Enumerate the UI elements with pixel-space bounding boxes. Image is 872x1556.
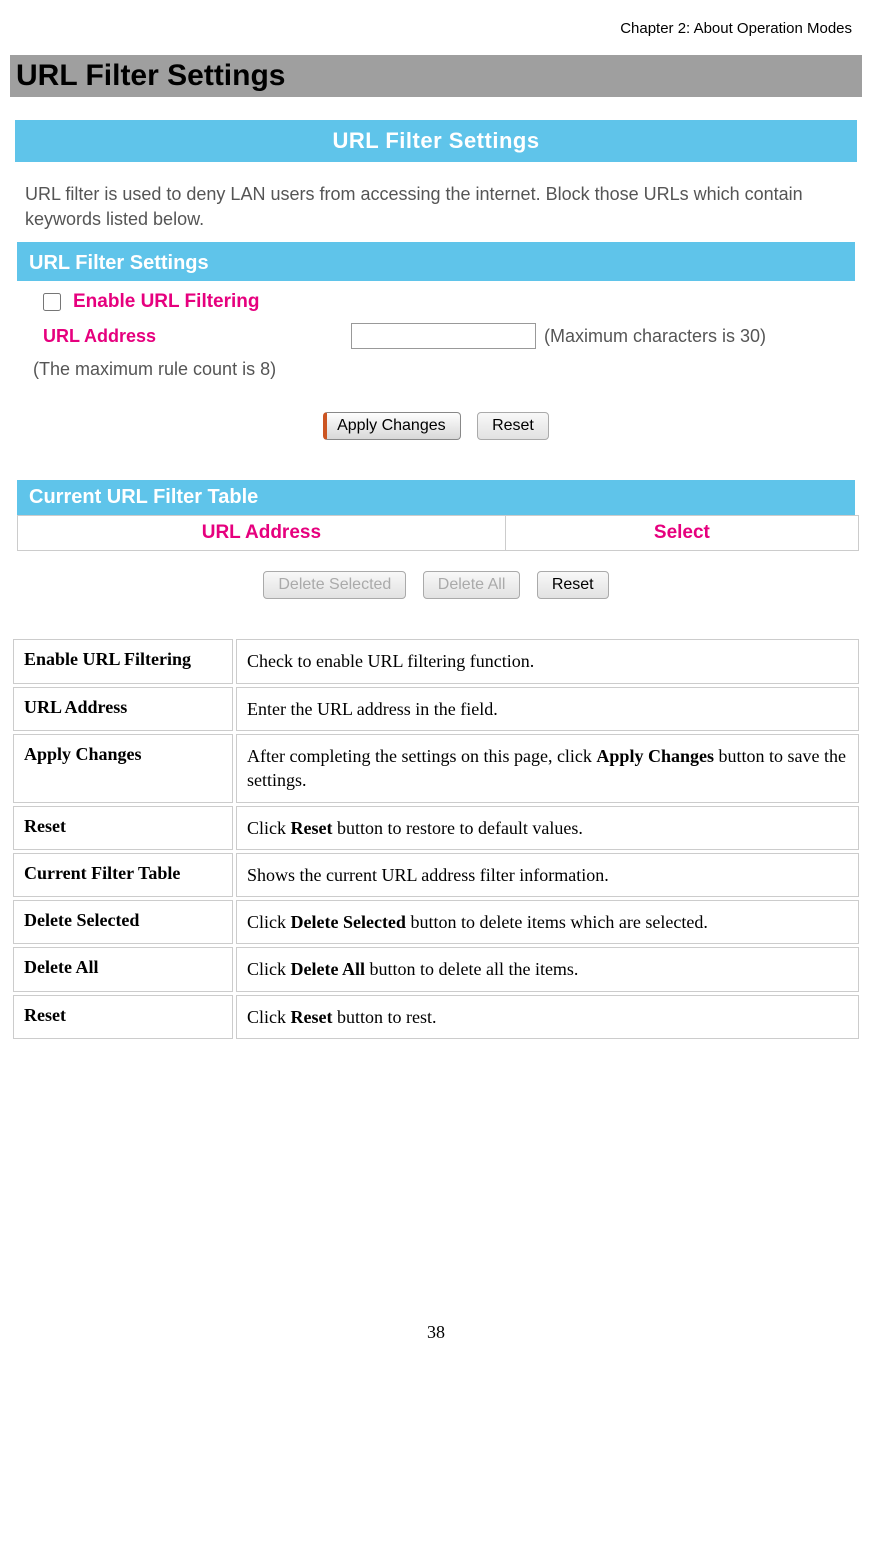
definition-description: Click Delete Selected button to delete i… xyxy=(236,900,859,944)
table-row: Delete SelectedClick Delete Selected but… xyxy=(13,900,859,944)
filter-table: URL Address Select xyxy=(17,515,859,551)
delete-selected-button: Delete Selected xyxy=(263,571,406,599)
definition-description: Click Reset button to restore to default… xyxy=(236,806,859,850)
screenshot-intro: URL filter is used to deny LAN users fro… xyxy=(15,162,857,242)
table-row: Enable URL FilteringCheck to enable URL … xyxy=(13,639,859,683)
definition-term: Delete Selected xyxy=(13,900,233,944)
column-url-address: URL Address xyxy=(18,516,506,551)
table-row: Current Filter TableShows the current UR… xyxy=(13,853,859,897)
table-row: URL AddressEnter the URL address in the … xyxy=(13,687,859,731)
definition-term: Current Filter Table xyxy=(13,853,233,897)
definition-term: URL Address xyxy=(13,687,233,731)
url-address-input[interactable] xyxy=(351,323,536,349)
enable-url-filtering-label: Enable URL Filtering xyxy=(73,291,260,313)
table-row: Delete AllClick Delete All button to del… xyxy=(13,947,859,991)
definition-term: Apply Changes xyxy=(13,734,233,803)
definition-term: Reset xyxy=(13,806,233,850)
reset-button[interactable]: Reset xyxy=(477,412,549,440)
filter-table-header: Current URL Filter Table xyxy=(17,480,855,515)
definition-term: Delete All xyxy=(13,947,233,991)
max-rule-note: (The maximum rule count is 8) xyxy=(33,359,839,380)
definitions-table: Enable URL FilteringCheck to enable URL … xyxy=(10,636,862,1042)
definition-description: Click Delete All button to delete all th… xyxy=(236,947,859,991)
screenshot-main-header: URL Filter Settings xyxy=(15,120,857,162)
apply-changes-button[interactable]: Apply Changes xyxy=(323,412,461,440)
table-row: Apply ChangesAfter completing the settin… xyxy=(13,734,859,803)
definition-description: Check to enable URL filtering function. xyxy=(236,639,859,683)
definition-description: Enter the URL address in the field. xyxy=(236,687,859,731)
url-address-label: URL Address xyxy=(43,326,343,347)
column-select: Select xyxy=(505,516,858,551)
delete-all-button: Delete All xyxy=(423,571,521,599)
table-reset-button[interactable]: Reset xyxy=(537,571,609,599)
table-row: ResetClick Reset button to restore to de… xyxy=(13,806,859,850)
definition-term: Enable URL Filtering xyxy=(13,639,233,683)
definition-description: After completing the settings on this pa… xyxy=(236,734,859,803)
enable-url-filtering-checkbox[interactable] xyxy=(43,293,61,311)
screenshot-panel: URL Filter Settings URL filter is used t… xyxy=(14,119,858,608)
url-address-hint: (Maximum characters is 30) xyxy=(544,326,766,347)
definition-description: Shows the current URL address filter inf… xyxy=(236,853,859,897)
settings-section-header: URL Filter Settings xyxy=(17,246,855,281)
definition-term: Reset xyxy=(13,995,233,1039)
page-title: URL Filter Settings xyxy=(10,55,862,97)
page-number: 38 xyxy=(10,1322,862,1343)
table-row: ResetClick Reset button to rest. xyxy=(13,995,859,1039)
chapter-header: Chapter 2: About Operation Modes xyxy=(10,20,862,37)
definition-description: Click Reset button to rest. xyxy=(236,995,859,1039)
